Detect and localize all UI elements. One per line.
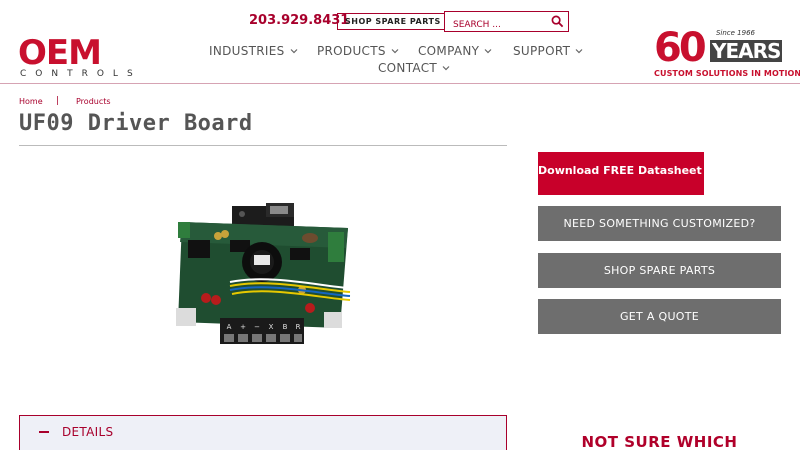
terminal-label: R <box>296 323 301 331</box>
nav-label: COMPANY <box>418 44 480 58</box>
shop-spare-parts-button[interactable]: SHOP SPARE PARTS <box>538 253 781 288</box>
get-a-quote-button[interactable]: GET A QUOTE <box>538 299 781 334</box>
badge-tagline: CUSTOM SOLUTIONS IN MOTION <box>654 69 800 78</box>
oem-controls-logo[interactable]: OEM CONTROLS <box>18 33 163 79</box>
terminal-label: B <box>283 323 288 331</box>
not-sure-heading: NOT SURE WHICH <box>581 433 738 450</box>
shop-spare-parts-header-button[interactable]: SHOP SPARE PARTS <box>337 13 447 30</box>
chevron-down-icon <box>290 49 297 54</box>
chevron-down-icon <box>575 49 583 54</box>
site-header: OEM CONTROLS 203.929.8431 SHOP SPARE PAR… <box>0 0 800 84</box>
breadcrumb-separator: | <box>56 96 60 106</box>
nav-label: INDUSTRIES <box>209 44 285 58</box>
nav-label: PRODUCTS <box>317 44 386 58</box>
logo-sub-text: CONTROLS <box>20 69 142 79</box>
details-label: DETAILS <box>62 425 114 439</box>
need-customized-button[interactable]: NEED SOMETHING CUSTOMIZED? <box>538 206 781 241</box>
nav-label: CONTACT <box>378 61 438 75</box>
terminal-label: X <box>269 323 274 331</box>
badge-number: 60 <box>654 25 707 71</box>
chevron-down-icon <box>391 49 399 54</box>
product-image: A + − X B R <box>176 203 351 344</box>
terminal-label: − <box>254 323 260 331</box>
nav-support[interactable]: SUPPORT <box>513 44 583 58</box>
badge-years: YEARS <box>710 39 783 63</box>
breadcrumb-home[interactable]: Home <box>19 97 43 106</box>
nav-industries[interactable]: INDUSTRIES <box>209 44 298 58</box>
terminal-label: A <box>227 323 232 331</box>
phone-link[interactable]: 203.929.8431 <box>249 13 349 28</box>
breadcrumb-products[interactable]: Products <box>76 97 111 106</box>
nav-contact[interactable]: CONTACT <box>378 61 450 75</box>
badge-since: Since 1966 <box>715 29 755 37</box>
collapse-minus-icon <box>39 431 49 433</box>
logo-main-text: OEM <box>18 33 102 73</box>
chevron-down-icon <box>442 66 450 71</box>
page-title: UF09 Driver Board <box>19 111 253 136</box>
nav-company[interactable]: COMPANY <box>418 44 492 58</box>
download-datasheet-button[interactable]: Download FREE Datasheet <box>538 152 704 195</box>
search-icon[interactable] <box>551 15 564 28</box>
title-divider <box>19 145 507 146</box>
search-input[interactable] <box>445 15 545 35</box>
nav-products[interactable]: PRODUCTS <box>317 44 399 58</box>
search-box <box>444 11 569 35</box>
nav-label: SUPPORT <box>513 44 571 58</box>
chevron-down-icon <box>484 49 492 54</box>
sixty-years-badge: 60 Since 1966 YEARS CUSTOM SOLUTIONS IN … <box>654 25 800 80</box>
details-accordion[interactable]: DETAILS <box>19 415 507 450</box>
terminal-label: + <box>240 323 246 331</box>
